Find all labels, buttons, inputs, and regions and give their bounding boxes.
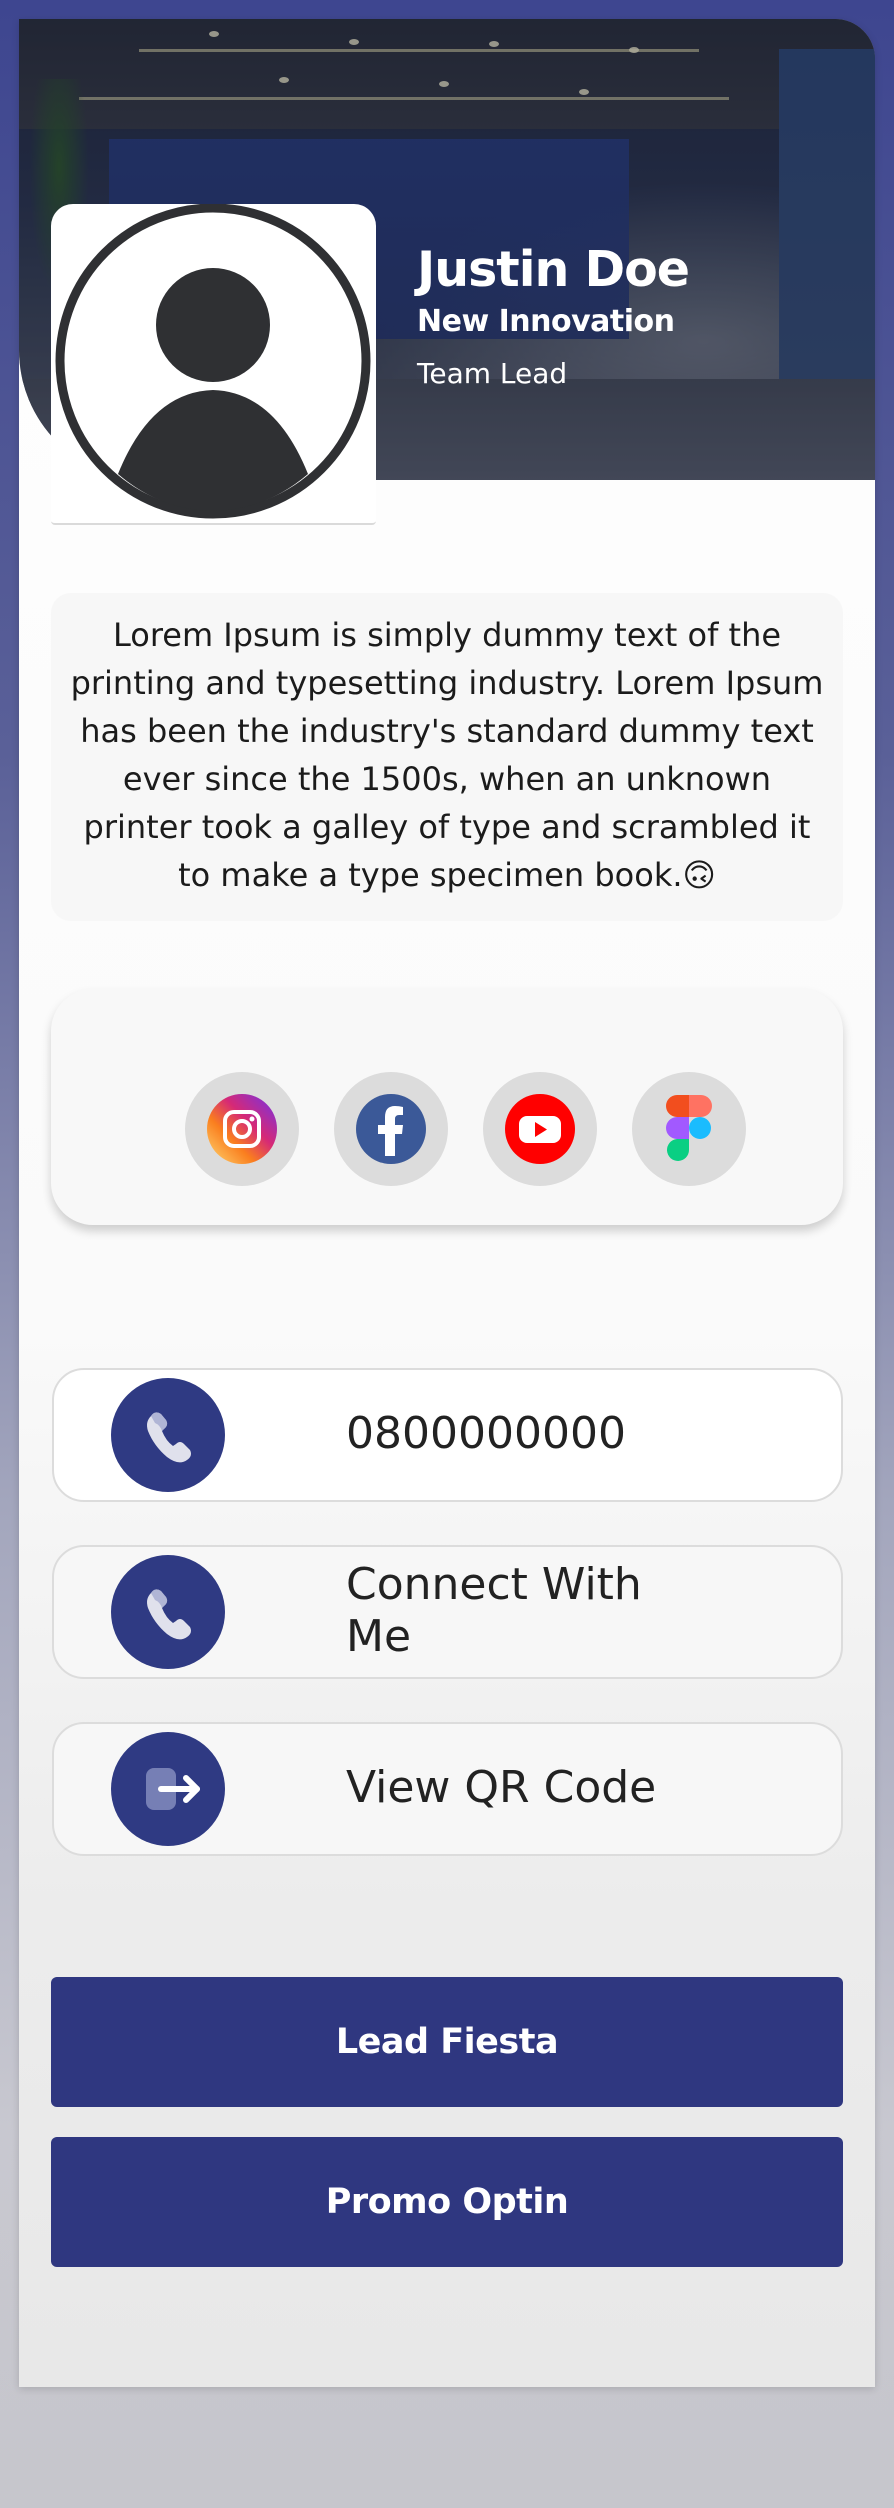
profile-card: Justin Doe New Innovation Team Lead Lore… (19, 19, 875, 2387)
qr-contact[interactable]: View QR Code (52, 1722, 843, 1856)
bio-text: Lorem Ipsum is simply dummy text of the … (51, 593, 843, 921)
avatar (51, 204, 376, 525)
instagram-link[interactable] (185, 1072, 299, 1186)
qr-icon-circle (111, 1732, 225, 1846)
social-links (51, 989, 843, 1225)
connect-contact[interactable]: Connect With Me (52, 1545, 843, 1679)
phone-contact[interactable]: 0800000000 (52, 1368, 843, 1502)
profile-company: New Innovation (417, 304, 675, 339)
youtube-link[interactable] (483, 1072, 597, 1186)
phone-number: 0800000000 (346, 1408, 626, 1459)
connect-label: Connect With Me (346, 1559, 642, 1662)
figma-link[interactable] (632, 1072, 746, 1186)
facebook-link[interactable] (334, 1072, 448, 1186)
lead-fiesta-button[interactable]: Lead Fiesta (51, 1977, 843, 2107)
profile-role: Team Lead (417, 357, 568, 390)
connect-icon-circle (111, 1555, 225, 1669)
phone-icon-circle (111, 1378, 225, 1492)
promo-optin-button[interactable]: Promo Optin (51, 2137, 843, 2267)
qr-label: View QR Code (346, 1762, 657, 1813)
profile-name: Justin Doe (417, 241, 690, 298)
